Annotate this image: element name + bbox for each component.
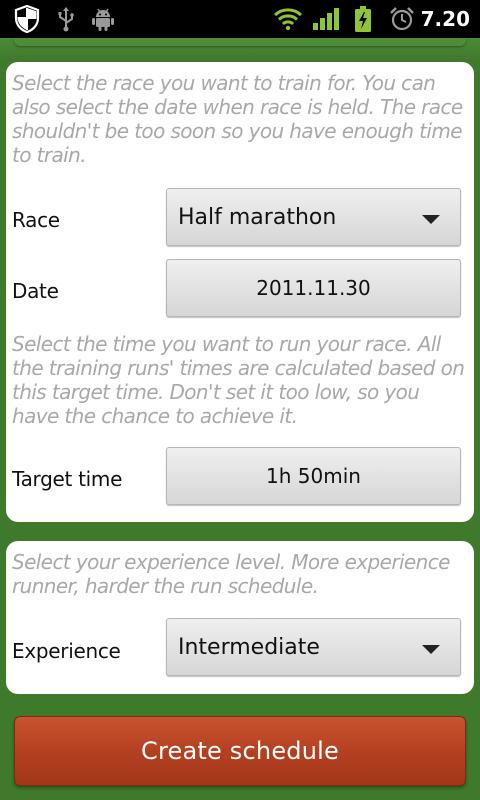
race-spinner-value: Half marathon: [178, 204, 337, 230]
alarm-icon: [388, 0, 416, 38]
experience-hint-text: Select your experience level. More exper…: [12, 550, 450, 598]
shield-icon: [12, 0, 42, 38]
date-button[interactable]: 2011.11.30: [166, 259, 461, 317]
race-label: Race: [12, 208, 60, 232]
android-debug-icon: [89, 0, 117, 38]
battery-charging-icon: [351, 0, 375, 38]
target-time-label: Target time: [12, 467, 123, 491]
chevron-down-icon: [422, 645, 440, 654]
target-time-button[interactable]: 1h 50min: [166, 447, 461, 505]
target-time-hint-text: Select the time you want to run your rac…: [12, 332, 465, 428]
date-button-value: 2011.11.30: [256, 276, 371, 300]
target-time-value: 1h 50min: [266, 464, 361, 488]
top-panel-shadow: [14, 38, 466, 46]
usb-icon: [54, 0, 78, 38]
top-panel-edge: [0, 38, 480, 60]
experience-card: Select your experience level. More exper…: [6, 541, 474, 694]
status-time: 7.20: [420, 7, 470, 31]
experience-spinner[interactable]: Intermediate: [166, 618, 461, 676]
race-settings-card: Select the race you want to train for. Y…: [6, 62, 474, 522]
chevron-down-icon: [422, 215, 440, 224]
signal-icon: [311, 0, 341, 38]
wifi-icon: [272, 0, 304, 38]
race-hint-text: Select the race you want to train for. Y…: [12, 71, 463, 167]
date-label: Date: [12, 279, 59, 303]
race-spinner[interactable]: Half marathon: [166, 188, 461, 246]
create-schedule-button[interactable]: Create schedule: [14, 716, 466, 786]
status-bar: 7.20: [0, 0, 480, 38]
experience-label: Experience: [12, 639, 121, 663]
experience-spinner-value: Intermediate: [178, 634, 320, 660]
create-schedule-label: Create schedule: [141, 737, 339, 765]
